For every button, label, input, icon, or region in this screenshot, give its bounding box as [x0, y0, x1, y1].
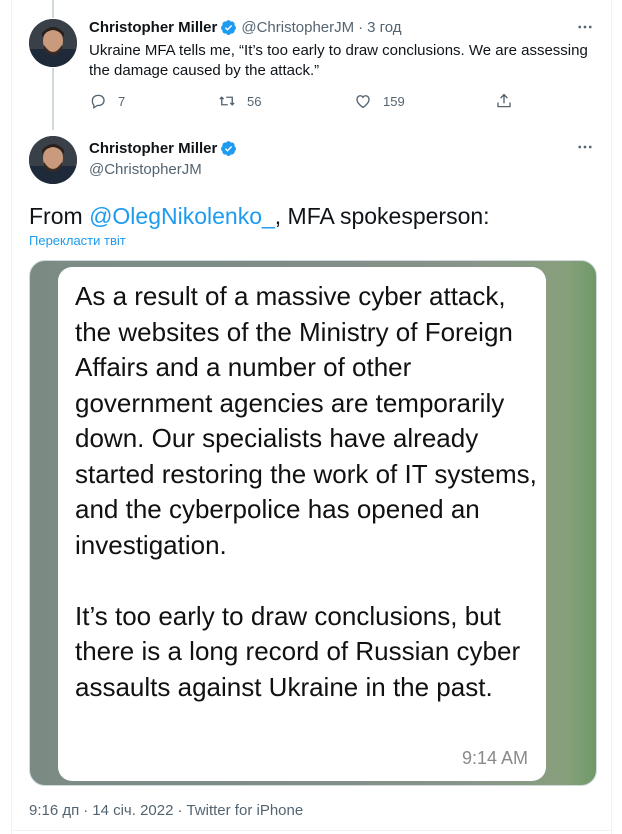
- author-handle[interactable]: @ChristopherJM: [241, 19, 354, 36]
- tweet-actions: 7 56 159: [89, 92, 559, 112]
- tweet-text-prefix: From: [29, 203, 90, 229]
- tweet-text-suffix: , MFA spokesperson:: [274, 203, 490, 229]
- tweet-text: From @OlegNikolenko_, MFA spokesperson:: [29, 202, 490, 230]
- share-upload-icon: [497, 93, 511, 108]
- timeline-border-left: [11, 0, 12, 834]
- author-name[interactable]: Christopher Miller: [89, 140, 217, 157]
- post-date[interactable]: 14 січ. 2022: [92, 802, 173, 819]
- verified-badge-icon: [220, 140, 237, 157]
- tweet-header: Christopher Miller @ChristopherJM · 3 го…: [89, 19, 402, 36]
- message-text: As a result of a massive cyber attack, t…: [75, 281, 537, 702]
- author-handle[interactable]: @ChristopherJM: [89, 161, 202, 178]
- heart-icon: [356, 95, 370, 109]
- message-bubble: As a result of a massive cyber attack, t…: [58, 267, 546, 781]
- verified-badge-icon: [220, 19, 237, 36]
- share-button[interactable]: [495, 92, 513, 110]
- retweet-count: 56: [247, 93, 262, 109]
- retweet-icon: [219, 96, 235, 106]
- tweet-header: Christopher Miller: [89, 140, 241, 157]
- separator-dot: ·: [177, 802, 183, 819]
- like-button[interactable]: 159: [354, 92, 405, 110]
- avatar[interactable]: [29, 136, 77, 184]
- translate-tweet-link[interactable]: Перекласти твіт: [29, 233, 126, 248]
- avatar[interactable]: [29, 19, 77, 67]
- separator-dot: ·: [83, 802, 89, 819]
- like-count: 159: [383, 93, 405, 109]
- tweet-text: Ukraine MFA tells me, “It’s too early to…: [89, 42, 588, 79]
- message-time: 9:14 AM: [461, 748, 528, 768]
- mention-link[interactable]: @OlegNikolenko_: [89, 203, 275, 229]
- timeline-border-bottom: [11, 830, 612, 831]
- reply-bubble-icon: [91, 94, 105, 110]
- post-time[interactable]: 9:16 дп: [29, 802, 79, 819]
- thread-line-top: [52, 0, 54, 18]
- author-name[interactable]: Christopher Miller: [89, 19, 217, 36]
- reply-button[interactable]: 7: [89, 92, 125, 110]
- post-source[interactable]: Twitter for iPhone: [186, 802, 303, 819]
- more-dots-icon[interactable]: [575, 17, 595, 37]
- tweet-time[interactable]: 3 год: [367, 19, 401, 36]
- separator-dot: ·: [358, 19, 364, 36]
- more-dots-icon[interactable]: [575, 137, 595, 157]
- tweet-media-image[interactable]: As a result of a massive cyber attack, t…: [29, 260, 597, 786]
- reply-count: 7: [118, 93, 126, 109]
- tweet-metadata: 9:16 дп · 14 січ. 2022 · Twitter for iPh…: [29, 802, 303, 819]
- thread-line-bottom: [52, 68, 54, 130]
- retweet-button[interactable]: 56: [218, 92, 261, 110]
- timeline-border-right: [611, 0, 612, 834]
